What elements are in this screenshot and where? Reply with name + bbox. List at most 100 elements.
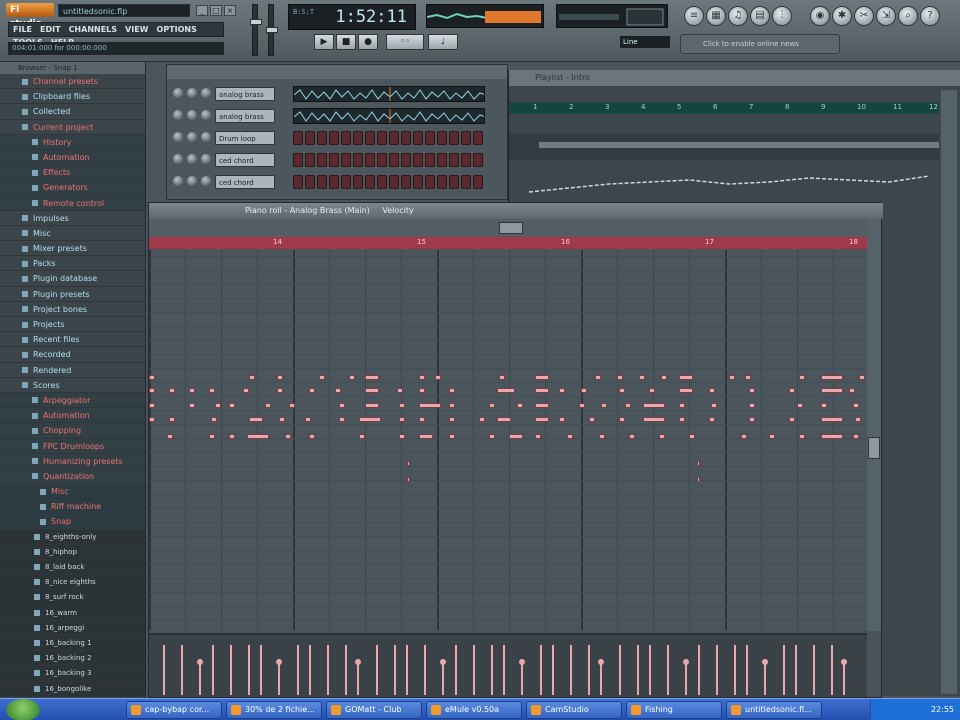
midi-note[interactable] (853, 403, 859, 408)
midi-note[interactable] (449, 403, 455, 408)
velocity-handle[interactable] (683, 659, 690, 665)
step-button[interactable] (389, 175, 399, 189)
browser-item[interactable]: History (0, 134, 145, 150)
step-button[interactable] (473, 131, 483, 145)
velocity-handle[interactable] (762, 659, 769, 665)
midi-note[interactable] (149, 417, 155, 422)
channel-knob[interactable] (201, 110, 211, 120)
master-volume-fader[interactable] (250, 4, 262, 56)
velocity-handle[interactable] (440, 659, 447, 665)
channel-knob[interactable] (187, 154, 197, 164)
online-news-bar[interactable]: Click to enable online news (680, 34, 840, 54)
taskbar-button[interactable]: Fishing (626, 701, 722, 719)
maximize-icon[interactable]: □ (210, 5, 222, 16)
midi-note[interactable] (339, 403, 345, 408)
midi-note[interactable] (249, 375, 255, 380)
step-button[interactable] (425, 153, 435, 167)
channel-knob[interactable] (173, 132, 183, 142)
midi-note[interactable] (859, 375, 865, 380)
velocity-bar[interactable] (539, 645, 542, 695)
step-button[interactable] (413, 175, 423, 189)
step-button[interactable] (449, 153, 459, 167)
step-button[interactable] (461, 131, 471, 145)
record-button[interactable]: ● (358, 34, 378, 50)
step-button[interactable] (377, 175, 387, 189)
midi-note[interactable] (619, 388, 625, 393)
menu-channels[interactable]: CHANNELS (65, 23, 121, 36)
channel-knob[interactable] (173, 88, 183, 98)
velocity-bar[interactable] (831, 645, 834, 695)
midi-note[interactable] (479, 417, 485, 422)
midi-note[interactable] (215, 403, 221, 408)
browser-item[interactable]: Automation (0, 149, 145, 166)
midi-note[interactable] (243, 388, 249, 393)
browser-item[interactable]: Snap (0, 514, 145, 530)
midi-note[interactable] (489, 434, 495, 439)
midi-note[interactable] (149, 375, 155, 380)
channel-name-button[interactable]: ced chord (215, 153, 275, 167)
minimize-icon[interactable]: _ (196, 5, 208, 16)
velocity-bar[interactable] (229, 645, 232, 695)
browser-item[interactable]: Current project (0, 120, 145, 135)
velocity-bar[interactable] (746, 645, 749, 695)
browser-item[interactable]: Effects (0, 165, 145, 181)
step-button[interactable] (401, 175, 411, 189)
step-button[interactable] (317, 175, 327, 189)
midi-note[interactable] (595, 375, 601, 380)
step-button[interactable] (425, 175, 435, 189)
step-button[interactable] (293, 153, 303, 167)
midi-note[interactable] (729, 375, 735, 380)
midi-note[interactable] (559, 417, 565, 422)
midi-note[interactable] (419, 403, 441, 408)
midi-note[interactable] (229, 403, 235, 408)
midi-note[interactable] (821, 388, 843, 393)
midi-note[interactable] (849, 388, 855, 393)
browser-item[interactable]: Recent files (0, 332, 145, 348)
browser-item[interactable]: Humanizing presets (0, 453, 145, 469)
midi-note[interactable] (449, 388, 455, 393)
close-icon[interactable]: × (224, 5, 236, 16)
midi-note[interactable] (435, 375, 441, 380)
velocity-handle[interactable] (519, 659, 526, 665)
channel-knob[interactable] (187, 110, 197, 120)
velocity-bar[interactable] (734, 645, 736, 695)
midi-note[interactable] (821, 403, 827, 408)
midi-note[interactable] (279, 417, 285, 422)
midi-note[interactable] (397, 388, 403, 393)
midi-note[interactable] (789, 417, 795, 422)
taskbar-button[interactable]: GOMatt - Club (326, 701, 422, 719)
step-button[interactable] (377, 131, 387, 145)
browser-item[interactable]: Remote control (0, 195, 145, 211)
velocity-bar[interactable] (375, 645, 378, 695)
midi-note[interactable] (679, 388, 693, 393)
start-button[interactable] (6, 699, 40, 720)
midi-note[interactable] (189, 388, 195, 393)
browser-item[interactable]: Projects (0, 317, 145, 333)
stop-button[interactable]: ■ (336, 34, 356, 50)
midi-note[interactable] (679, 403, 685, 408)
browser-item[interactable]: Arpeggiator (0, 392, 145, 409)
midi-note[interactable] (789, 388, 795, 393)
browser-item[interactable]: Plugin presets (0, 287, 145, 302)
midi-note[interactable] (365, 388, 379, 393)
browser-item[interactable]: 16_backing 1 (0, 635, 145, 652)
midi-note[interactable] (265, 403, 271, 408)
velocity-bar[interactable] (393, 645, 396, 695)
midi-note[interactable] (407, 477, 410, 482)
playlist-ruler[interactable]: 1 2 3 4 5 6 7 8 9 10 11 12 (509, 102, 939, 114)
channel-name-button[interactable]: ced chord (215, 175, 275, 189)
midi-note[interactable] (249, 417, 263, 422)
midi-note[interactable] (309, 388, 315, 393)
velocity-handle[interactable] (276, 659, 283, 665)
step-button[interactable] (425, 131, 435, 145)
midi-note[interactable] (821, 417, 843, 422)
step-button[interactable] (389, 153, 399, 167)
taskbar-button[interactable]: cap-bybap cor... (126, 701, 222, 719)
midi-note[interactable] (599, 434, 605, 439)
step-button[interactable] (437, 175, 447, 189)
browser-item[interactable]: Riff machine (0, 499, 145, 515)
channel-knob[interactable] (187, 176, 197, 186)
step-button[interactable] (461, 175, 471, 189)
browser-item[interactable]: FPC Drumloops (0, 438, 145, 454)
midi-note[interactable] (643, 417, 665, 422)
